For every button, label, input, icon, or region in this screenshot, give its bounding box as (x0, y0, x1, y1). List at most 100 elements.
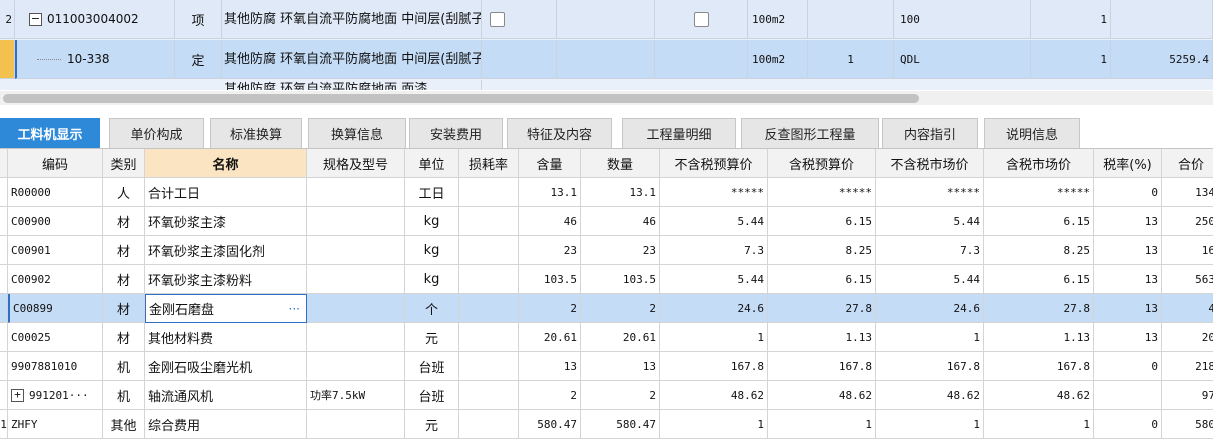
loss-cell[interactable] (459, 178, 519, 207)
quantity-cell[interactable]: 2 (581, 381, 660, 410)
header-budget-price-inc-tax[interactable]: 含税预算价 (768, 149, 876, 178)
content-cell[interactable]: 2 (519, 294, 581, 323)
header-unit[interactable]: 单位 (405, 149, 459, 178)
name-cell[interactable]: 其他防腐 环氧自流平防腐地面 中间层(刮腻子) (222, 0, 482, 39)
table-row[interactable]: 其他防腐 环氧自流平防腐地面 面漆 (0, 80, 1213, 90)
market-price-ex-tax-cell[interactable]: 1 (876, 323, 984, 352)
market-price-inc-tax-cell[interactable]: 48.62 (984, 381, 1094, 410)
unit-cell[interactable]: kg (405, 207, 459, 236)
tax-rate-cell[interactable]: 0 (1094, 178, 1162, 207)
spec-cell[interactable] (307, 410, 405, 439)
loss-cell[interactable] (459, 352, 519, 381)
market-price-ex-tax-cell[interactable]: 48.62 (876, 381, 984, 410)
market-price-inc-tax-cell[interactable]: 6.15 (984, 207, 1094, 236)
unit-cell[interactable]: 元 (405, 323, 459, 352)
market-price-ex-tax-cell[interactable]: 5.44 (876, 207, 984, 236)
code-cell[interactable]: C00900 (8, 207, 103, 236)
header-category[interactable]: 类别 (103, 149, 145, 178)
tab-content-guide[interactable]: 内容指引 (882, 118, 978, 148)
name-cell[interactable]: 环氧砂浆主漆 (145, 207, 307, 236)
budget-price-inc-tax-cell[interactable]: 6.15 (768, 265, 876, 294)
header-tax-rate[interactable]: 税率(%) (1094, 149, 1162, 178)
tab-labor-material-machine[interactable]: 工料机显示 (0, 118, 100, 148)
name-cell[interactable]: 其他防腐 环氧自流平防腐地面 中间层(刮腻子) (222, 40, 482, 79)
checkbox-cell[interactable] (655, 0, 748, 39)
budget-price-inc-tax-cell[interactable]: 27.8 (768, 294, 876, 323)
loss-cell[interactable] (459, 207, 519, 236)
market-price-inc-tax-cell[interactable]: ***** (984, 178, 1094, 207)
tab-graphic-quantity-lookup[interactable]: 反查图形工程量 (741, 118, 879, 148)
quantity-cell[interactable]: 103.5 (581, 265, 660, 294)
header-market-price-inc-tax[interactable]: 含税市场价 (984, 149, 1094, 178)
spec-cell[interactable]: 功率7.5kW (307, 381, 405, 410)
header-quantity[interactable]: 数量 (581, 149, 660, 178)
name-cell[interactable]: 环氧砂浆主漆固化剂 (145, 236, 307, 265)
code-cell[interactable]: C00901 (8, 236, 103, 265)
spec-cell[interactable] (307, 207, 405, 236)
checkbox-cell[interactable] (482, 0, 557, 39)
table-row-selected[interactable]: 10-338 定 其他防腐 环氧自流平防腐地面 中间层(刮腻子) 100m2 1… (0, 40, 1213, 79)
table-row[interactable]: 1 ZHFY 其他 综合费用 元 580.47 580.47 1 1 1 1 0… (0, 410, 1213, 439)
tab-features-content[interactable]: 特征及内容 (507, 118, 612, 148)
market-price-ex-tax-cell[interactable]: 167.8 (876, 352, 984, 381)
header-code[interactable]: 编码 (8, 149, 103, 178)
budget-price-inc-tax-cell[interactable]: 8.25 (768, 236, 876, 265)
budget-price-inc-tax-cell[interactable]: 6.15 (768, 207, 876, 236)
unit-cell[interactable]: 工日 (405, 178, 459, 207)
table-row[interactable]: C00900 材 环氧砂浆主漆 kg 46 46 5.44 6.15 5.44 … (0, 207, 1213, 236)
tax-rate-cell[interactable]: 13 (1094, 207, 1162, 236)
collapse-icon[interactable]: − (29, 12, 42, 26)
loss-cell[interactable] (459, 323, 519, 352)
market-price-ex-tax-cell[interactable]: ***** (876, 178, 984, 207)
table-row[interactable]: C00025 材 其他材料费 元 20.61 20.61 1 1.13 1 1.… (0, 323, 1213, 352)
budget-price-ex-tax-cell[interactable]: 167.8 (660, 352, 768, 381)
table-row[interactable]: C00901 材 环氧砂浆主漆固化剂 kg 23 23 7.3 8.25 7.3… (0, 236, 1213, 265)
name-cell[interactable]: 金刚石吸尘磨光机 (145, 352, 307, 381)
header-spec[interactable]: 规格及型号 (307, 149, 405, 178)
name-cell[interactable]: 其他防腐 环氧自流平防腐地面 面漆 (222, 80, 482, 90)
unit-cell[interactable]: 个 (405, 294, 459, 323)
market-price-inc-tax-cell[interactable]: 6.15 (984, 265, 1094, 294)
code-cell[interactable]: 9907881010 (8, 352, 103, 381)
market-price-ex-tax-cell[interactable]: 7.3 (876, 236, 984, 265)
tab-installation-fee[interactable]: 安装费用 (409, 118, 503, 148)
spec-cell[interactable] (307, 323, 405, 352)
unit-cell[interactable]: 台班 (405, 352, 459, 381)
budget-price-inc-tax-cell[interactable]: 1 (768, 410, 876, 439)
name-cell[interactable]: 其他材料费 (145, 323, 307, 352)
tab-quantity-details[interactable]: 工程量明细 (622, 118, 736, 148)
quantity-cell[interactable]: 23 (581, 236, 660, 265)
market-price-inc-tax-cell[interactable]: 167.8 (984, 352, 1094, 381)
name-cell[interactable]: 金刚石磨盘 ··· (145, 294, 307, 323)
table-row[interactable]: +991201··· 机 轴流通风机 功率7.5kW 台班 2 2 48.62 … (0, 381, 1213, 410)
table-row[interactable]: 9907881010 机 金刚石吸尘磨光机 台班 13 13 167.8 167… (0, 352, 1213, 381)
header-content[interactable]: 含量 (519, 149, 581, 178)
qty-expr-cell[interactable] (808, 0, 894, 39)
budget-price-inc-tax-cell[interactable]: 167.8 (768, 352, 876, 381)
table-row[interactable]: C00902 材 环氧砂浆主漆粉料 kg 103.5 103.5 5.44 6.… (0, 265, 1213, 294)
budget-price-inc-tax-cell[interactable]: 48.62 (768, 381, 876, 410)
table-row[interactable]: 2 − 011003004002 项 其他防腐 环氧自流平防腐地面 中间层(刮腻… (0, 0, 1213, 39)
unit-cell[interactable]: 台班 (405, 381, 459, 410)
expand-icon[interactable]: + (11, 388, 24, 402)
qty-cell[interactable]: QDL (894, 40, 1031, 79)
market-price-inc-tax-cell[interactable]: 1.13 (984, 323, 1094, 352)
budget-price-ex-tax-cell[interactable]: 5.44 (660, 265, 768, 294)
spec-cell[interactable] (307, 236, 405, 265)
name-cell[interactable]: 环氧砂浆主漆粉料 (145, 265, 307, 294)
budget-price-ex-tax-cell[interactable]: 48.62 (660, 381, 768, 410)
tab-unit-price-composition[interactable]: 单价构成 (109, 118, 204, 148)
spec-cell[interactable] (307, 352, 405, 381)
unit-cell[interactable]: kg (405, 236, 459, 265)
code-cell[interactable]: C00025 (8, 323, 103, 352)
checkbox[interactable] (490, 11, 505, 27)
header-market-price-ex-tax[interactable]: 不含税市场价 (876, 149, 984, 178)
content-cell[interactable]: 580.47 (519, 410, 581, 439)
more-options-icon[interactable]: ··· (289, 302, 300, 316)
spec-cell[interactable] (307, 178, 405, 207)
tax-rate-cell[interactable]: 13 (1094, 323, 1162, 352)
tax-rate-cell[interactable]: 0 (1094, 352, 1162, 381)
market-price-ex-tax-cell[interactable]: 5.44 (876, 265, 984, 294)
header-budget-price-ex-tax[interactable]: 不含税预算价 (660, 149, 768, 178)
market-price-inc-tax-cell[interactable]: 1 (984, 410, 1094, 439)
